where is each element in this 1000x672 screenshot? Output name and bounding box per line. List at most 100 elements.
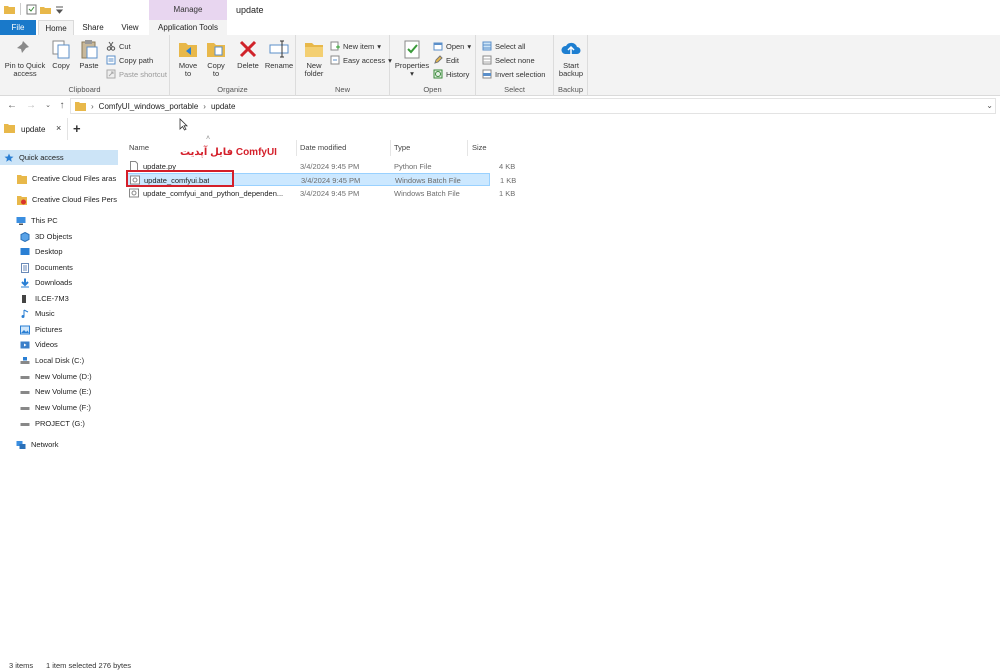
open-group: Properties ▾ Open ▾ Edit History Open bbox=[390, 35, 476, 96]
column-header-name[interactable]: Name bbox=[129, 143, 149, 152]
new-item-button[interactable]: New item ▾ bbox=[330, 40, 381, 52]
nav-item-this-pc[interactable]: This PC bbox=[0, 213, 118, 228]
start-backup-label: Start backup bbox=[558, 61, 584, 78]
arrow-right-icon: → bbox=[26, 100, 36, 111]
pin-quick-access-button[interactable]: Pin to Quick access bbox=[4, 38, 46, 78]
forward-button[interactable]: → bbox=[25, 99, 37, 113]
select-none-icon bbox=[482, 55, 492, 65]
folder-tab-strip: update × + bbox=[0, 118, 120, 140]
nav-item-videos[interactable]: Videos bbox=[0, 337, 118, 352]
nav-label: Quick access bbox=[19, 153, 64, 162]
properties-button[interactable]: Properties ▾ bbox=[393, 38, 431, 78]
nav-item-local-disk-c[interactable]: Local Disk (C:) bbox=[0, 353, 118, 368]
nav-label: PROJECT (G:) bbox=[35, 419, 85, 428]
file-type: Python File bbox=[394, 162, 432, 171]
breadcrumb: › ComfyUI_windows_portable › update bbox=[75, 101, 235, 111]
breadcrumb-item[interactable]: ComfyUI_windows_portable bbox=[99, 102, 199, 111]
nav-item-3d-objects[interactable]: 3D Objects bbox=[0, 229, 118, 244]
nav-item-quick-access[interactable]: Quick access bbox=[0, 150, 118, 165]
rename-button[interactable]: Rename bbox=[264, 38, 294, 70]
arrow-up-icon: ↑ bbox=[59, 100, 65, 111]
videos-icon bbox=[20, 341, 30, 348]
nav-label: Downloads bbox=[35, 278, 73, 287]
open-button[interactable]: Open ▾ bbox=[433, 40, 471, 52]
open-group-label: Open bbox=[423, 85, 442, 94]
column-divider[interactable] bbox=[390, 140, 391, 156]
tab-file[interactable]: File bbox=[0, 20, 36, 35]
nav-item-network[interactable]: Network bbox=[0, 437, 118, 452]
customize-qat-icon[interactable] bbox=[54, 4, 65, 15]
new-item-icon bbox=[330, 41, 340, 51]
nav-item-creative-cloud-2[interactable]: Creative Cloud Files Pers bbox=[0, 192, 118, 207]
column-header-type[interactable]: Type bbox=[394, 143, 410, 152]
backup-group-label: Backup bbox=[557, 85, 584, 94]
nav-item-volume-e[interactable]: New Volume (E:) bbox=[0, 384, 118, 399]
close-tab-icon[interactable]: × bbox=[56, 123, 61, 133]
add-tab-icon[interactable]: + bbox=[73, 121, 81, 136]
dropdown-arrow-icon: ▾ bbox=[377, 41, 382, 51]
select-all-button[interactable]: Select all bbox=[482, 40, 525, 52]
column-divider[interactable] bbox=[467, 140, 468, 156]
copy-button[interactable]: Copy bbox=[49, 38, 73, 70]
back-button[interactable]: ← bbox=[6, 99, 18, 113]
status-selection: 1 item selected 276 bytes bbox=[46, 661, 132, 670]
tab-home[interactable]: Home bbox=[38, 20, 74, 35]
chevron-right-icon: › bbox=[203, 101, 206, 111]
new-folder-button[interactable]: New folder bbox=[300, 38, 328, 78]
file-row[interactable]: update_comfyui_and_python_dependen... 3/… bbox=[127, 187, 515, 200]
nav-item-creative-cloud-1[interactable]: Creative Cloud Files aras bbox=[0, 171, 118, 186]
nav-label: This PC bbox=[31, 216, 58, 225]
delete-button[interactable]: Delete bbox=[234, 38, 262, 70]
tab-application-tools[interactable]: Application Tools bbox=[149, 20, 227, 35]
folder-tab[interactable]: update × bbox=[0, 118, 68, 140]
nav-item-music[interactable]: Music bbox=[0, 306, 118, 321]
history-icon bbox=[433, 69, 443, 79]
column-divider[interactable] bbox=[296, 140, 297, 156]
breadcrumb-item[interactable]: update bbox=[211, 102, 235, 111]
nav-item-downloads[interactable]: Downloads bbox=[0, 275, 118, 290]
chevron-right-icon: › bbox=[91, 101, 94, 111]
address-box[interactable]: › ComfyUI_windows_portable › update ⌄ bbox=[70, 98, 996, 114]
column-header-size[interactable]: Size bbox=[472, 143, 487, 152]
file-size: 4 KB bbox=[499, 162, 516, 171]
paste-label: Paste bbox=[79, 61, 99, 70]
clipboard-group-label: Clipboard bbox=[68, 85, 101, 94]
properties-icon[interactable] bbox=[26, 4, 37, 15]
history-button[interactable]: History bbox=[433, 68, 469, 80]
nav-item-documents[interactable]: Documents bbox=[0, 260, 118, 275]
tab-view[interactable]: View bbox=[114, 20, 146, 35]
batch-file-icon bbox=[129, 188, 139, 198]
nav-item-pictures[interactable]: Pictures bbox=[0, 322, 118, 337]
computer-icon bbox=[16, 216, 26, 225]
nav-label: Music bbox=[35, 309, 55, 318]
address-dropdown-icon[interactable]: ⌄ bbox=[986, 101, 993, 110]
start-backup-button[interactable]: Start backup bbox=[556, 38, 586, 78]
move-to-button[interactable]: Move to bbox=[176, 38, 200, 78]
recent-locations-button[interactable]: ⌄ bbox=[42, 99, 54, 113]
annotation-label: فایل آپدیت ComfyUI bbox=[180, 147, 277, 158]
highlight-box bbox=[126, 170, 234, 187]
paste-button[interactable]: Paste bbox=[77, 38, 101, 70]
nav-item-project-g[interactable]: PROJECT (G:) bbox=[0, 416, 118, 431]
edit-button[interactable]: Edit bbox=[433, 54, 459, 66]
tab-manage[interactable]: Manage bbox=[149, 0, 227, 20]
column-header-date[interactable]: Date modified bbox=[300, 143, 346, 152]
cut-button[interactable]: Cut bbox=[106, 40, 131, 52]
tab-share[interactable]: Share bbox=[78, 20, 108, 35]
organize-group-label: Organize bbox=[217, 85, 248, 94]
pin-icon bbox=[17, 41, 29, 53]
select-none-button[interactable]: Select none bbox=[482, 54, 535, 66]
copy-to-button[interactable]: Copy to bbox=[204, 38, 228, 78]
folder-icon bbox=[4, 124, 15, 133]
new-folder-icon[interactable] bbox=[40, 4, 51, 15]
nav-item-desktop[interactable]: Desktop bbox=[0, 244, 118, 259]
paste-shortcut-button[interactable]: Paste shortcut bbox=[106, 68, 167, 80]
easy-access-button[interactable]: Easy access ▾ bbox=[330, 54, 392, 66]
nav-item-volume-d[interactable]: New Volume (D:) bbox=[0, 369, 118, 384]
nav-item-volume-f[interactable]: New Volume (F:) bbox=[0, 400, 118, 415]
copy-path-button[interactable]: Copy path bbox=[106, 54, 153, 66]
nav-label: Creative Cloud Files Pers bbox=[32, 195, 118, 204]
nav-item-ilce[interactable]: ILCE-7M3 bbox=[0, 291, 118, 306]
invert-selection-button[interactable]: Invert selection bbox=[482, 68, 545, 80]
up-button[interactable]: ↑ bbox=[56, 99, 68, 113]
